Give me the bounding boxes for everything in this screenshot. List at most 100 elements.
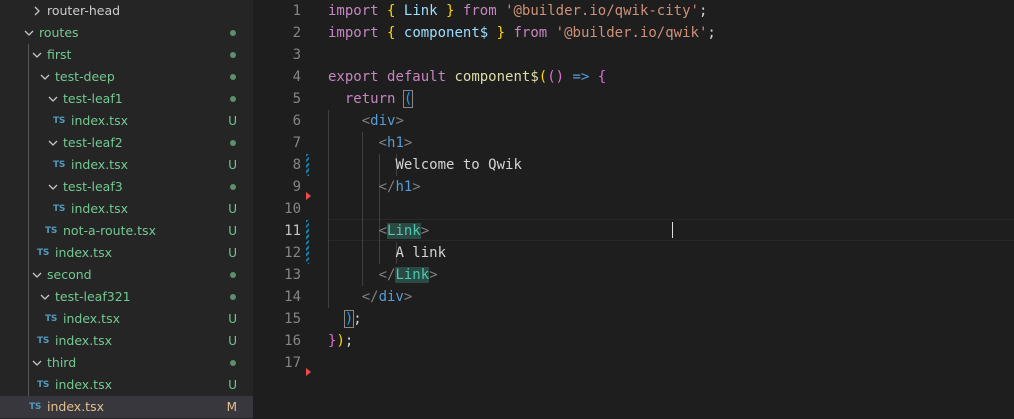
git-status-badge: U xyxy=(228,334,237,348)
tree-item-label: index.tsx xyxy=(47,399,104,414)
line-number: 9 xyxy=(292,179,301,195)
line-number: 12 xyxy=(284,245,301,261)
tree-item-index-tsx[interactable]: TS index.tsx U xyxy=(0,198,253,220)
paren: () xyxy=(547,69,565,85)
code-line-16: }); xyxy=(328,333,354,349)
git-status-badge: U xyxy=(228,312,237,326)
typescript-file-icon: TS xyxy=(45,314,58,324)
code-line-14: </div> xyxy=(328,286,413,308)
chevron-right-icon xyxy=(31,0,43,22)
chevron-down-icon xyxy=(47,132,59,154)
tag-name: div xyxy=(370,113,396,129)
line-number-active: 11 xyxy=(284,223,301,239)
keyword-from: from xyxy=(462,3,497,19)
tree-item-test-leaf3[interactable]: test-leaf3 xyxy=(0,176,253,198)
tree-item-test-deep[interactable]: test-deep xyxy=(0,66,253,88)
git-status-badge: U xyxy=(228,114,237,128)
text-cursor xyxy=(672,222,673,238)
tree-item-index-tsx[interactable]: TS index.tsx U xyxy=(0,330,253,352)
paren: ) xyxy=(343,310,355,328)
identifier-component: component$ xyxy=(403,25,489,41)
string-literal: '@builder.io/qwik' xyxy=(555,25,708,41)
tag-bracket: > xyxy=(395,113,404,129)
jsx-text: A link xyxy=(395,245,447,261)
tree-item-not-a-route-tsx[interactable]: TS not-a-route.tsx U xyxy=(0,220,253,242)
tree-item-index-tsx[interactable]: TS index.tsx U xyxy=(0,374,253,396)
gutter-deleted-marker[interactable] xyxy=(306,368,311,376)
tag-bracket: < xyxy=(378,223,388,239)
git-status-dot xyxy=(230,272,236,278)
paren: ( xyxy=(402,90,414,108)
brace: { xyxy=(387,25,396,41)
chevron-down-icon xyxy=(31,264,43,286)
tag-bracket: > xyxy=(412,179,421,195)
tree-item-label: test-leaf1 xyxy=(63,91,123,106)
code-line-9: </h1> xyxy=(328,176,421,198)
typescript-file-icon: TS xyxy=(37,380,50,390)
line-number: 5 xyxy=(292,91,301,107)
tree-item-index-tsx[interactable]: TS index.tsx U xyxy=(0,110,253,132)
tree-item-routes[interactable]: routes xyxy=(0,22,253,44)
tree-item-index-tsx[interactable]: TS index.tsx U xyxy=(0,308,253,330)
chevron-down-icon xyxy=(31,44,43,66)
tag-bracket: > xyxy=(420,223,430,239)
tree-item-label: index.tsx xyxy=(71,201,128,216)
component-tag-name: Link xyxy=(395,267,430,283)
gutter-modified-marker[interactable] xyxy=(306,154,309,176)
keyword-return: return xyxy=(344,91,396,107)
line-number: 17 xyxy=(284,355,301,371)
tag-name: h1 xyxy=(387,135,404,151)
tree-item-label: index.tsx xyxy=(71,113,128,128)
tree-item-label: index.tsx xyxy=(63,311,120,326)
git-status-dot xyxy=(230,140,236,146)
tree-item-second[interactable]: second xyxy=(0,264,253,286)
gutter-modified-marker[interactable] xyxy=(306,220,309,264)
git-status-badge: U xyxy=(228,202,237,216)
tree-item-index-tsx-selected[interactable]: TS index.tsx M xyxy=(0,396,253,418)
tree-item-index-tsx[interactable]: TS index.tsx U xyxy=(0,242,253,264)
line-number: 15 xyxy=(284,311,301,327)
tag-bracket: < xyxy=(361,113,371,129)
chevron-down-icon xyxy=(39,286,51,308)
tree-item-label: index.tsx xyxy=(55,245,112,260)
code-line-2: import { component$ } from '@builder.io/… xyxy=(328,25,716,41)
chevron-down-icon xyxy=(47,88,59,110)
tree-item-test-leaf2[interactable]: test-leaf2 xyxy=(0,132,253,154)
keyword-from: from xyxy=(513,25,548,41)
gutter-deleted-marker[interactable] xyxy=(306,192,311,200)
chevron-down-icon xyxy=(31,352,43,374)
tree-item-first[interactable]: first xyxy=(0,44,253,66)
keyword-import: import xyxy=(328,25,379,41)
brace: } xyxy=(446,3,455,19)
git-status-dot xyxy=(230,74,236,80)
chevron-down-icon xyxy=(47,176,59,198)
line-number: 13 xyxy=(284,267,301,283)
paren: ( xyxy=(538,69,548,85)
tree-item-test-leaf321[interactable]: test-leaf321 xyxy=(0,286,253,308)
line-number: 4 xyxy=(292,69,301,85)
brace: } xyxy=(496,25,506,41)
line-number: 1 xyxy=(292,3,301,19)
tree-item-index-tsx[interactable]: TS index.tsx U xyxy=(0,154,253,176)
git-status-badge: U xyxy=(228,246,237,260)
code-line-12: A link xyxy=(328,242,446,264)
tree-item-label: index.tsx xyxy=(55,333,112,348)
typescript-file-icon: TS xyxy=(37,248,50,258)
typescript-file-icon: TS xyxy=(53,160,66,170)
tree-item-label: test-leaf321 xyxy=(55,289,131,304)
code-line-5: return ( xyxy=(328,88,414,110)
component-tag-name: Link xyxy=(387,223,421,239)
tag-bracket: </ xyxy=(361,289,379,305)
tree-item-router-head[interactable]: router-head xyxy=(0,0,253,22)
code-line-15: ); xyxy=(343,310,362,328)
line-number: 2 xyxy=(292,25,301,41)
tree-item-label: not-a-route.tsx xyxy=(63,223,156,238)
git-status-dot xyxy=(230,52,236,58)
line-number: 7 xyxy=(292,135,301,151)
keyword-import: import xyxy=(328,3,379,19)
tree-item-label: index.tsx xyxy=(71,157,128,172)
code-editor[interactable]: 1 2 3 4 5 6 7 8 9 10 11 12 13 14 15 16 1… xyxy=(253,0,1014,419)
tree-item-third[interactable]: third xyxy=(0,352,253,374)
tree-item-test-leaf1[interactable]: test-leaf1 xyxy=(0,88,253,110)
keyword-export: export xyxy=(328,69,379,85)
